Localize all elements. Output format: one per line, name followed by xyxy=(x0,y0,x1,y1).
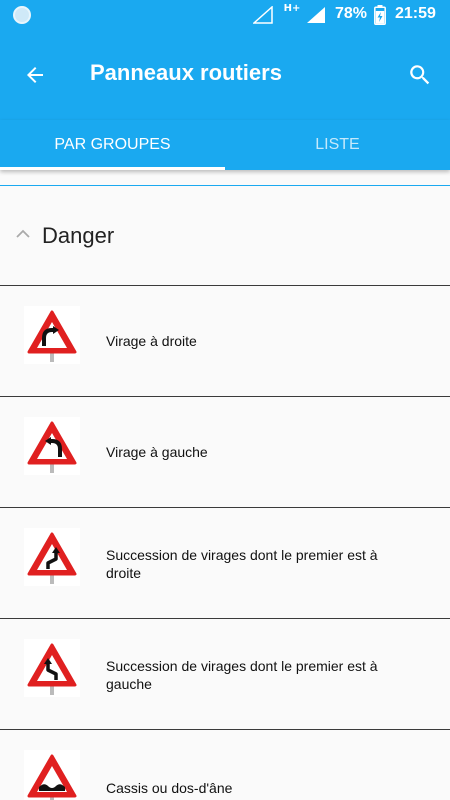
search-icon xyxy=(410,65,430,85)
list-item[interactable]: Succession de virages dont le premier es… xyxy=(0,508,450,618)
sign-label: Succession de virages dont le premier es… xyxy=(106,658,378,692)
chevron-up-icon xyxy=(16,229,30,238)
clock: 21:59 xyxy=(395,5,436,22)
group-title: Danger xyxy=(42,223,115,248)
tab-liste[interactable]: LISTE xyxy=(225,120,450,170)
group-header-danger[interactable]: Danger xyxy=(0,186,450,285)
search-button[interactable] xyxy=(403,58,437,92)
network-type: H+ xyxy=(283,3,301,14)
status-bar: H+ 78% 21:59 xyxy=(0,0,450,30)
back-button[interactable] xyxy=(18,58,52,92)
list-item[interactable]: Virage à gauche xyxy=(0,397,450,507)
list-item[interactable]: Cassis ou dos-d'âne xyxy=(0,730,450,800)
list-item[interactable]: Virage à droite xyxy=(0,286,450,396)
sign-label: Cassis ou dos-d'âne xyxy=(106,780,233,796)
arrow-back-icon xyxy=(27,67,43,83)
curve-left-sign-icon xyxy=(24,417,80,475)
tab-indicator xyxy=(0,167,225,170)
tab-par-groupes[interactable]: PAR GROUPES xyxy=(0,120,225,170)
double-curve-left-sign-icon xyxy=(24,639,80,697)
page-title: Panneaux routiers xyxy=(90,60,282,85)
signal-icon xyxy=(307,7,325,23)
notification-icon xyxy=(13,6,31,24)
bump-sign-icon xyxy=(24,750,80,800)
sign-label: Succession de virages dont le premier es… xyxy=(106,547,378,581)
sign-label: Virage à droite xyxy=(106,333,197,349)
curve-right-sign-icon xyxy=(24,306,80,364)
double-curve-right-sign-icon xyxy=(24,528,80,586)
sign-label: Virage à gauche xyxy=(106,444,208,460)
battery-charging-icon xyxy=(374,5,386,25)
signal-empty-icon xyxy=(253,6,273,24)
app-bar: Panneaux routiers xyxy=(0,30,450,120)
battery-percent: 78% xyxy=(335,5,368,22)
tab-bar: PAR GROUPES LISTE xyxy=(0,120,450,170)
list-item[interactable]: Succession de virages dont le premier es… xyxy=(0,619,450,729)
